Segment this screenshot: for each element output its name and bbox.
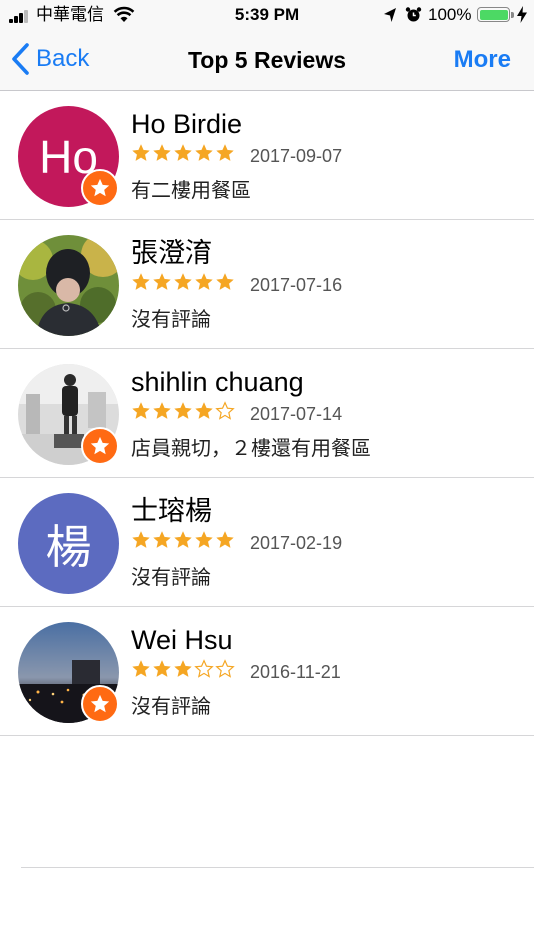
reviewer-name: 士瑢楊: [131, 496, 212, 526]
star-filled-icon: [174, 660, 192, 677]
star-rating: [131, 401, 236, 425]
status-bar: 中華電信 5:39 PM 100%: [0, 0, 534, 30]
review-date: 2017-07-16: [250, 275, 343, 295]
star-filled-icon: [174, 402, 192, 419]
star-filled-icon: [195, 144, 213, 161]
star-filled-icon: [153, 273, 171, 290]
star-empty-icon: [215, 401, 235, 420]
star-filled-icon: [216, 531, 234, 548]
reviewer-name: Ho Birdie: [131, 109, 243, 139]
star-filled-icon: [153, 402, 171, 419]
star-filled-icon: [174, 273, 192, 290]
star-filled-icon: [132, 531, 150, 548]
star-filled-icon: [153, 144, 171, 161]
divider: [21, 867, 534, 868]
review-list: Ho Ho Birdie 2017-09-07 有二樓用餐區 張澄淯 2017-…: [0, 91, 534, 736]
star-filled-icon: [132, 273, 150, 290]
star-filled-icon: [153, 531, 171, 548]
review-date: 2017-07-14: [250, 404, 343, 424]
location-icon: [384, 8, 396, 22]
review-row[interactable]: Ho Ho Birdie 2017-09-07 有二樓用餐區: [0, 91, 534, 220]
review-date: 2016-11-21: [250, 662, 341, 682]
star-filled-icon: [195, 402, 213, 419]
avatar-initials: 楊: [18, 493, 119, 594]
more-button[interactable]: More: [454, 46, 511, 74]
reviewer-name: shihlin chuang: [131, 367, 304, 397]
review-date: 2017-02-19: [250, 533, 343, 553]
reviewer-name: Wei Hsu: [131, 625, 233, 655]
star-filled-icon: [174, 144, 192, 161]
star-filled-icon: [195, 531, 213, 548]
star-rating: [131, 530, 236, 554]
star-filled-icon: [216, 144, 234, 161]
navigation-bar: Back Top 5 Reviews More: [0, 30, 534, 91]
avatar-photo: [18, 235, 119, 336]
local-guide-badge-icon: [81, 685, 119, 723]
review-text: 沒有評論: [131, 309, 211, 331]
star-rating: [131, 143, 236, 167]
review-text: 店員親切，２樓還有用餐區: [131, 438, 371, 460]
star-rating: [131, 659, 236, 683]
star-filled-icon: [132, 144, 150, 161]
star-filled-icon: [195, 273, 213, 290]
star-rating: [131, 272, 236, 296]
star-empty-icon: [215, 659, 235, 678]
review-date: 2017-09-07: [250, 146, 343, 166]
avatar: [18, 235, 119, 336]
review-row[interactable]: 楊 士瑢楊 2017-02-19 沒有評論: [0, 478, 534, 607]
review-text: 有二樓用餐區: [131, 180, 251, 202]
avatar: 楊: [18, 493, 119, 594]
review-text: 沒有評論: [131, 696, 211, 718]
local-guide-badge-icon: [81, 169, 119, 207]
review-row[interactable]: Wei Hsu 2016-11-21 沒有評論: [0, 607, 534, 736]
alarm-icon: [405, 7, 422, 22]
charging-icon: [517, 6, 527, 23]
star-filled-icon: [174, 531, 192, 548]
reviewer-name: 張澄淯: [131, 238, 212, 268]
review-row[interactable]: 張澄淯 2017-07-16 沒有評論: [0, 220, 534, 349]
battery-icon: [477, 7, 510, 22]
star-filled-icon: [132, 660, 150, 677]
local-guide-badge-icon: [81, 427, 119, 465]
star-filled-icon: [153, 660, 171, 677]
star-filled-icon: [216, 273, 234, 290]
review-text: 沒有評論: [131, 567, 211, 589]
star-filled-icon: [132, 402, 150, 419]
star-empty-icon: [194, 659, 214, 678]
battery-percent: 100%: [428, 5, 472, 24]
review-row[interactable]: shihlin chuang 2017-07-14 店員親切，２樓還有用餐區: [0, 349, 534, 478]
